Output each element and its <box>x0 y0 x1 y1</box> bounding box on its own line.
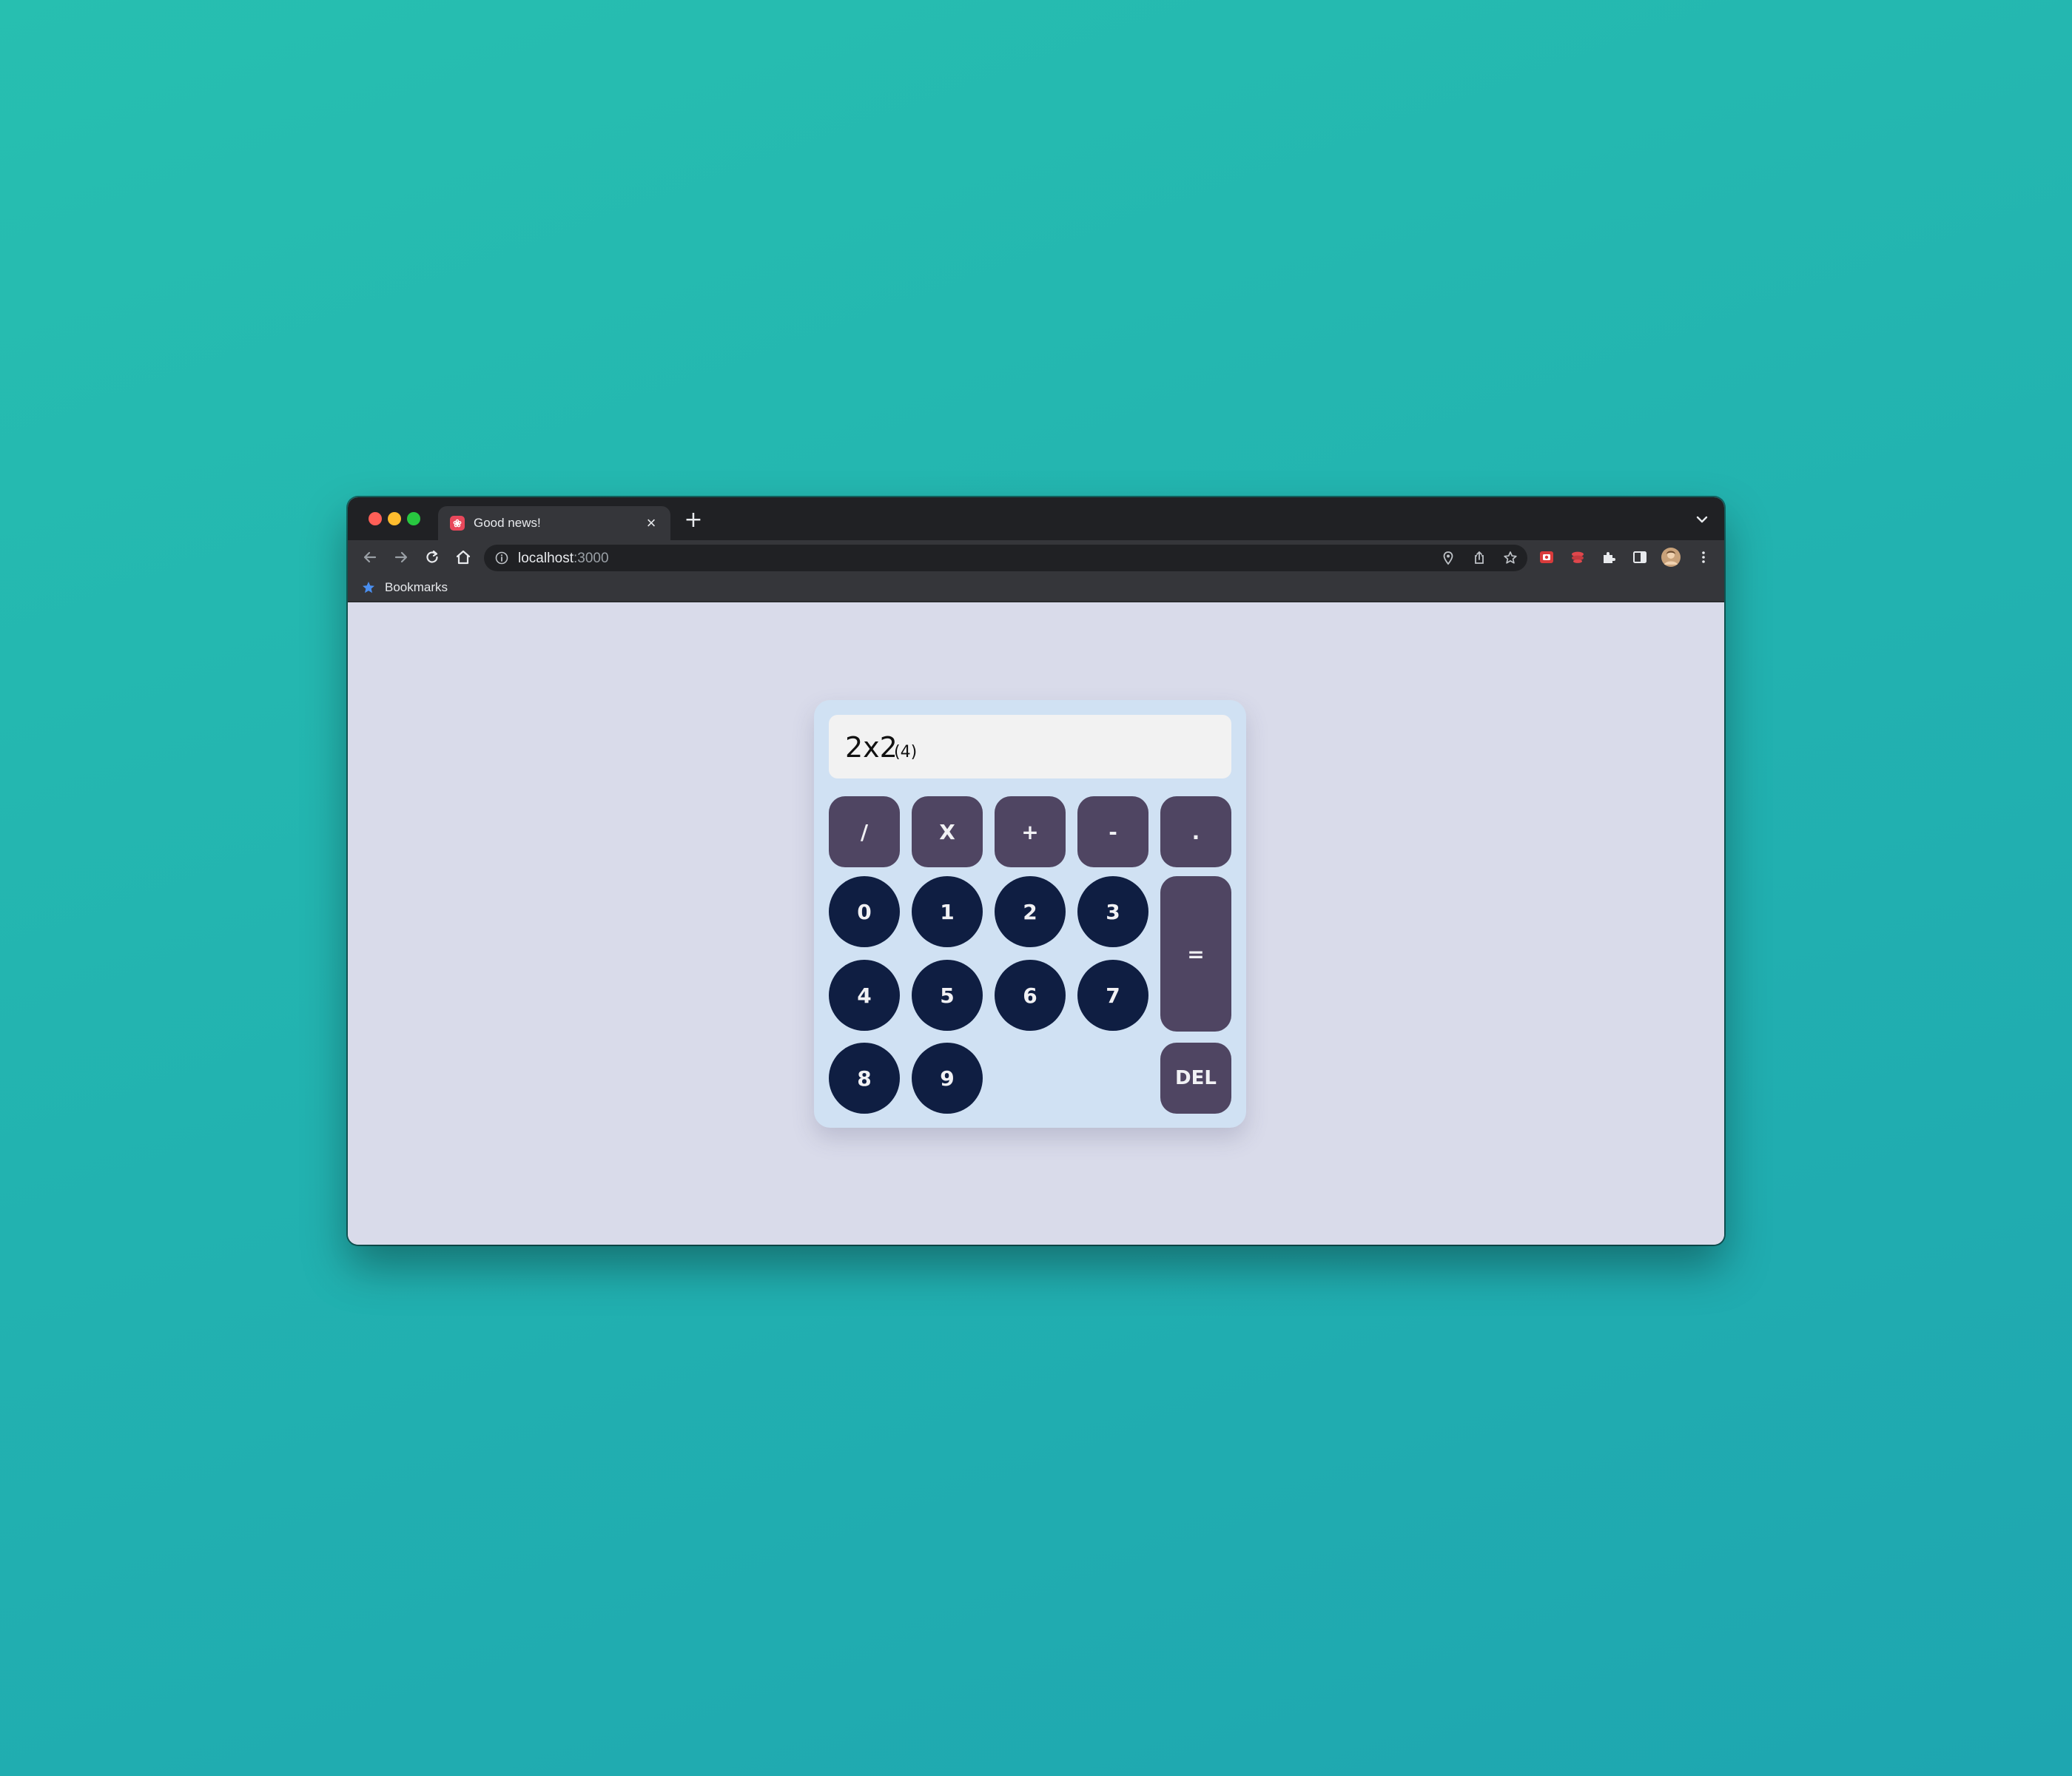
digit-0-button[interactable]: 0 <box>829 876 900 947</box>
extension-stack-icon[interactable] <box>1567 547 1588 568</box>
share-icon[interactable] <box>1471 550 1487 566</box>
title-bar: ❀ Good news! × + <box>348 497 1724 540</box>
url-text[interactable]: localhost:3000 <box>518 551 609 566</box>
result-preview: (4) <box>894 743 918 761</box>
home-icon[interactable] <box>453 547 474 568</box>
digit-9-button[interactable]: 9 <box>912 1043 983 1114</box>
url-host: localhost <box>518 551 574 566</box>
forward-arrow-icon[interactable] <box>391 547 411 568</box>
maximize-window-button[interactable] <box>407 512 420 525</box>
bookmarks-bar: Bookmarks <box>348 574 1724 602</box>
chevron-down-icon[interactable] <box>1693 511 1711 528</box>
expression-text: 2x2 <box>845 731 898 764</box>
bookmarks-label[interactable]: Bookmarks <box>385 581 448 594</box>
digit-2-button[interactable]: 2 <box>995 876 1066 947</box>
add-button[interactable]: + <box>995 796 1066 867</box>
digit-1-button[interactable]: 1 <box>912 876 983 947</box>
page-content: 2x2 (4) / X + - . 0 1 2 3 = 4 5 6 7 8 9 <box>348 602 1724 1245</box>
divide-button[interactable]: / <box>829 796 900 867</box>
digit-8-button[interactable]: 8 <box>829 1043 900 1114</box>
address-bar[interactable]: localhost:3000 <box>484 545 1527 571</box>
digit-5-button[interactable]: 5 <box>912 960 983 1031</box>
close-tab-button[interactable]: × <box>642 514 660 532</box>
new-tab-button[interactable]: + <box>682 509 704 531</box>
delete-button[interactable]: DEL <box>1160 1043 1231 1114</box>
star-icon[interactable] <box>1502 550 1518 566</box>
gift-icon: ❀ <box>450 516 465 531</box>
side-panel-icon[interactable] <box>1629 547 1650 568</box>
avatar[interactable] <box>1661 547 1681 568</box>
tab-title: Good news! <box>474 516 541 530</box>
subtract-button[interactable]: - <box>1077 796 1148 867</box>
location-pin-icon[interactable] <box>1440 550 1456 566</box>
browser-tab[interactable]: ❀ Good news! × <box>438 506 670 540</box>
equals-button[interactable]: = <box>1160 876 1231 1032</box>
url-port: :3000 <box>574 551 609 566</box>
digit-7-button[interactable]: 7 <box>1077 960 1148 1031</box>
multiply-button[interactable]: X <box>912 796 983 867</box>
digit-3-button[interactable]: 3 <box>1077 876 1148 947</box>
calculator: 2x2 (4) / X + - . 0 1 2 3 = 4 5 6 7 8 9 <box>814 700 1246 1128</box>
browser-toolbar: localhost:3000 <box>348 540 1724 574</box>
calculator-display: 2x2 (4) <box>829 715 1231 778</box>
back-arrow-icon[interactable] <box>360 547 380 568</box>
browser-window: ❀ Good news! × + localhost:3000 Bookmark… <box>348 497 1724 1245</box>
digit-4-button[interactable]: 4 <box>829 960 900 1031</box>
bookmark-star-icon <box>361 580 376 595</box>
extension-red-icon[interactable] <box>1536 547 1557 568</box>
puzzle-icon[interactable] <box>1598 547 1619 568</box>
decimal-button[interactable]: . <box>1160 796 1231 867</box>
minimize-window-button[interactable] <box>388 512 401 525</box>
close-window-button[interactable] <box>369 512 382 525</box>
info-icon[interactable] <box>494 551 509 565</box>
digit-6-button[interactable]: 6 <box>995 960 1066 1031</box>
more-vertical-icon[interactable] <box>1693 547 1714 568</box>
reload-icon[interactable] <box>422 547 443 568</box>
